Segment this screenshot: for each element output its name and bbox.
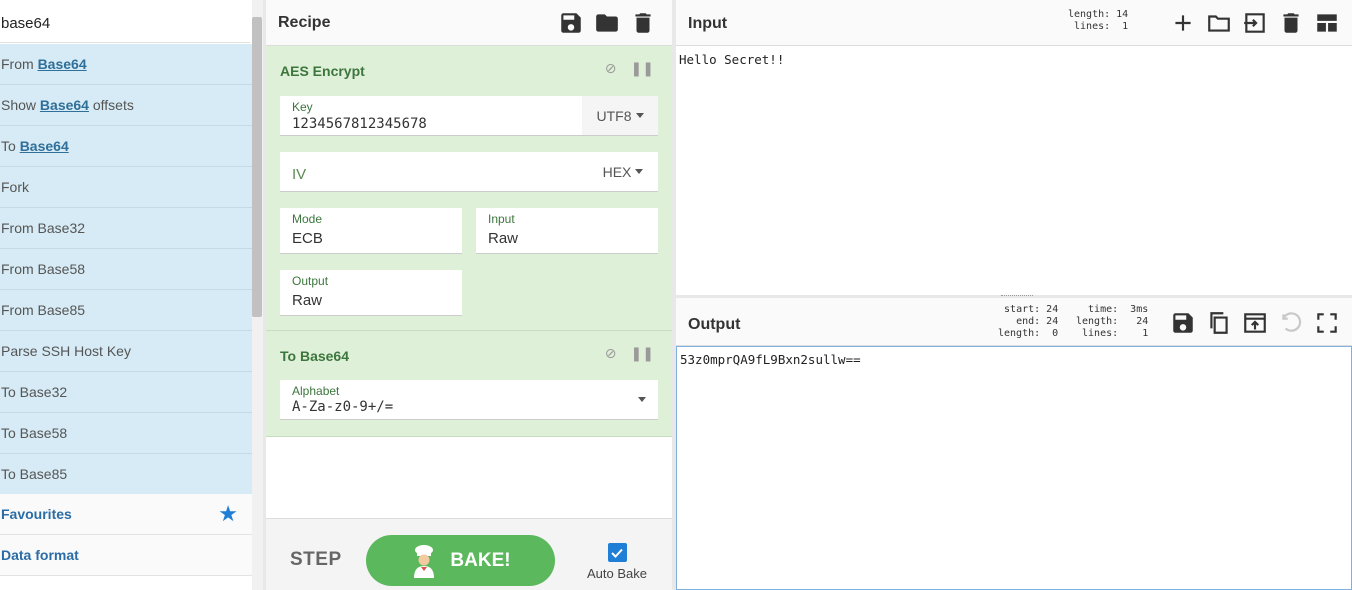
caret-down-icon — [635, 113, 644, 118]
key-field[interactable]: Key 1234567812345678 UTF8 — [280, 96, 658, 136]
output-stats-range: start: 24 end: 24 length: 0 — [998, 304, 1059, 339]
input-format-value: Raw — [488, 230, 519, 247]
op-item-to-base32[interactable]: To Base32 — [0, 372, 252, 413]
op-controls: ⊘ ❚❚ — [605, 60, 654, 77]
disable-icon[interactable]: ⊘ — [605, 345, 617, 362]
field-label: Output — [292, 274, 329, 288]
input-stats: length: 14 lines: 1 — [1068, 9, 1129, 32]
bake-bar: STEP BAKE! Auto Bake — [266, 518, 672, 590]
op-item-to-base85[interactable]: To Base85 — [0, 454, 252, 495]
input-title: Input — [688, 15, 728, 32]
field-label: Key — [292, 100, 313, 114]
recipe-header: Recipe — [266, 0, 672, 46]
trash-icon[interactable] — [1278, 10, 1304, 36]
star-icon: ★ — [218, 501, 238, 526]
dropdown-label: UTF8 — [596, 107, 632, 124]
search-input[interactable] — [0, 4, 250, 42]
operations-list: From Base64 Show Base64 offsets To Base6… — [0, 44, 252, 495]
output-text-area[interactable]: 53z0mprQA9fL9Bxn2sullw== — [676, 346, 1352, 590]
dropdown-label: HEX — [602, 163, 632, 180]
auto-bake-checkbox[interactable] — [607, 543, 627, 562]
bake-label: BAKE! — [450, 549, 511, 571]
breakpoint-icon[interactable]: ❚❚ — [631, 60, 654, 77]
save-icon[interactable] — [1170, 310, 1196, 336]
output-format-field[interactable]: Output Raw — [280, 270, 462, 316]
operations-scrollbar-thumb[interactable] — [252, 17, 262, 317]
auto-bake-toggle[interactable]: Auto Bake — [586, 543, 648, 581]
category-favourites[interactable]: Favourites ★ — [0, 494, 252, 535]
input-toolbar — [1170, 10, 1340, 36]
recipe-op-to-base64[interactable]: To Base64 ⊘ ❚❚ Alphabet A-Za-z0-9+/= — [266, 331, 672, 437]
open-folder-icon[interactable] — [1206, 10, 1232, 36]
operations-search[interactable] — [0, 4, 250, 43]
replace-input-icon[interactable] — [1242, 310, 1268, 336]
op-item-fork[interactable]: Fork — [0, 167, 252, 208]
check-icon — [611, 548, 623, 558]
alphabet-field[interactable]: Alphabet A-Za-z0-9+/= — [280, 380, 658, 420]
cyberchef-app: From Base64 Show Base64 offsets To Base6… — [0, 0, 1352, 590]
op-item-from-base64[interactable]: From Base64 — [0, 44, 252, 85]
category-data-format[interactable]: Data format — [0, 535, 252, 576]
layout-icon[interactable] — [1314, 10, 1340, 36]
op-item-to-base58[interactable]: To Base58 — [0, 413, 252, 454]
step-button[interactable]: STEP — [290, 549, 342, 571]
chef-icon — [414, 544, 435, 578]
output-text[interactable]: 53z0mprQA9fL9Bxn2sullw== — [680, 352, 861, 367]
recipe-op-aes-encrypt[interactable]: AES Encrypt ⊘ ❚❚ Key 1234567812345678 UT… — [266, 46, 672, 331]
alphabet-value[interactable]: A-Za-z0-9+/= — [292, 399, 393, 415]
input-pane: Input length: 14 lines: 1 Hello Secret!! — [676, 0, 1352, 295]
field-label: Alphabet — [292, 384, 340, 398]
recipe-pane: Recipe AES Encrypt ⊘ ❚❚ Key 123456781234… — [266, 0, 672, 590]
op-title: To Base64 — [280, 348, 349, 364]
caret-down-icon — [638, 397, 646, 402]
iv-field[interactable]: IV HEX — [280, 152, 658, 192]
breakpoint-icon[interactable]: ❚❚ — [631, 345, 654, 362]
mode-value: ECB — [292, 230, 323, 247]
output-title: Output — [688, 316, 741, 333]
save-icon[interactable] — [558, 10, 584, 36]
output-format-value: Raw — [292, 292, 323, 309]
op-item-parse-ssh-host-key[interactable]: Parse SSH Host Key — [0, 331, 252, 372]
bake-button[interactable]: BAKE! — [366, 535, 555, 586]
trash-icon[interactable] — [630, 10, 656, 36]
input-format-field[interactable]: Input Raw — [476, 208, 658, 254]
alphabet-dropdown[interactable] — [626, 380, 658, 419]
input-header: Input length: 14 lines: 1 — [676, 0, 1352, 46]
op-item-from-base85[interactable]: From Base85 — [0, 290, 252, 331]
field-label: Mode — [292, 212, 323, 226]
op-item-show-base64-offsets[interactable]: Show Base64 offsets — [0, 85, 252, 126]
key-encoding-dropdown[interactable]: UTF8 — [582, 96, 658, 135]
output-toolbar — [1170, 310, 1340, 336]
key-value[interactable]: 1234567812345678 — [292, 116, 427, 132]
field-label: Input — [488, 212, 515, 226]
output-header: Output start: 24 end: 24 length: 0 time:… — [676, 298, 1352, 346]
output-stats-time: time: 3ms length: 24 lines: 1 — [1076, 304, 1149, 339]
recipe-toolbar — [558, 10, 656, 36]
disable-icon[interactable]: ⊘ — [605, 60, 617, 77]
op-item-from-base58[interactable]: From Base58 — [0, 249, 252, 290]
op-title: AES Encrypt — [280, 63, 365, 79]
input-text[interactable]: Hello Secret!! — [679, 52, 784, 67]
copy-icon[interactable] — [1206, 310, 1232, 336]
folder-icon[interactable] — [594, 10, 620, 36]
add-icon[interactable] — [1170, 10, 1196, 36]
auto-bake-label: Auto Bake — [587, 566, 647, 581]
mode-field[interactable]: Mode ECB — [280, 208, 462, 254]
undo-icon[interactable] — [1278, 310, 1304, 336]
category-label: Favourites — [1, 506, 72, 522]
iv-placeholder: IV — [292, 166, 307, 183]
output-pane: Output start: 24 end: 24 length: 0 time:… — [676, 298, 1352, 590]
open-file-icon[interactable] — [1242, 10, 1268, 36]
resize-grip-icon[interactable] — [1001, 295, 1033, 297]
caret-down-icon — [635, 169, 644, 174]
op-item-from-base32[interactable]: From Base32 — [0, 208, 252, 249]
op-controls: ⊘ ❚❚ — [605, 345, 654, 362]
iv-encoding-dropdown[interactable]: HEX — [588, 152, 658, 191]
operations-pane: From Base64 Show Base64 offsets To Base6… — [0, 0, 264, 590]
recipe-title: Recipe — [278, 14, 331, 31]
maximise-icon[interactable] — [1314, 310, 1340, 336]
category-label: Data format — [1, 547, 79, 563]
op-item-to-base64[interactable]: To Base64 — [0, 126, 252, 167]
